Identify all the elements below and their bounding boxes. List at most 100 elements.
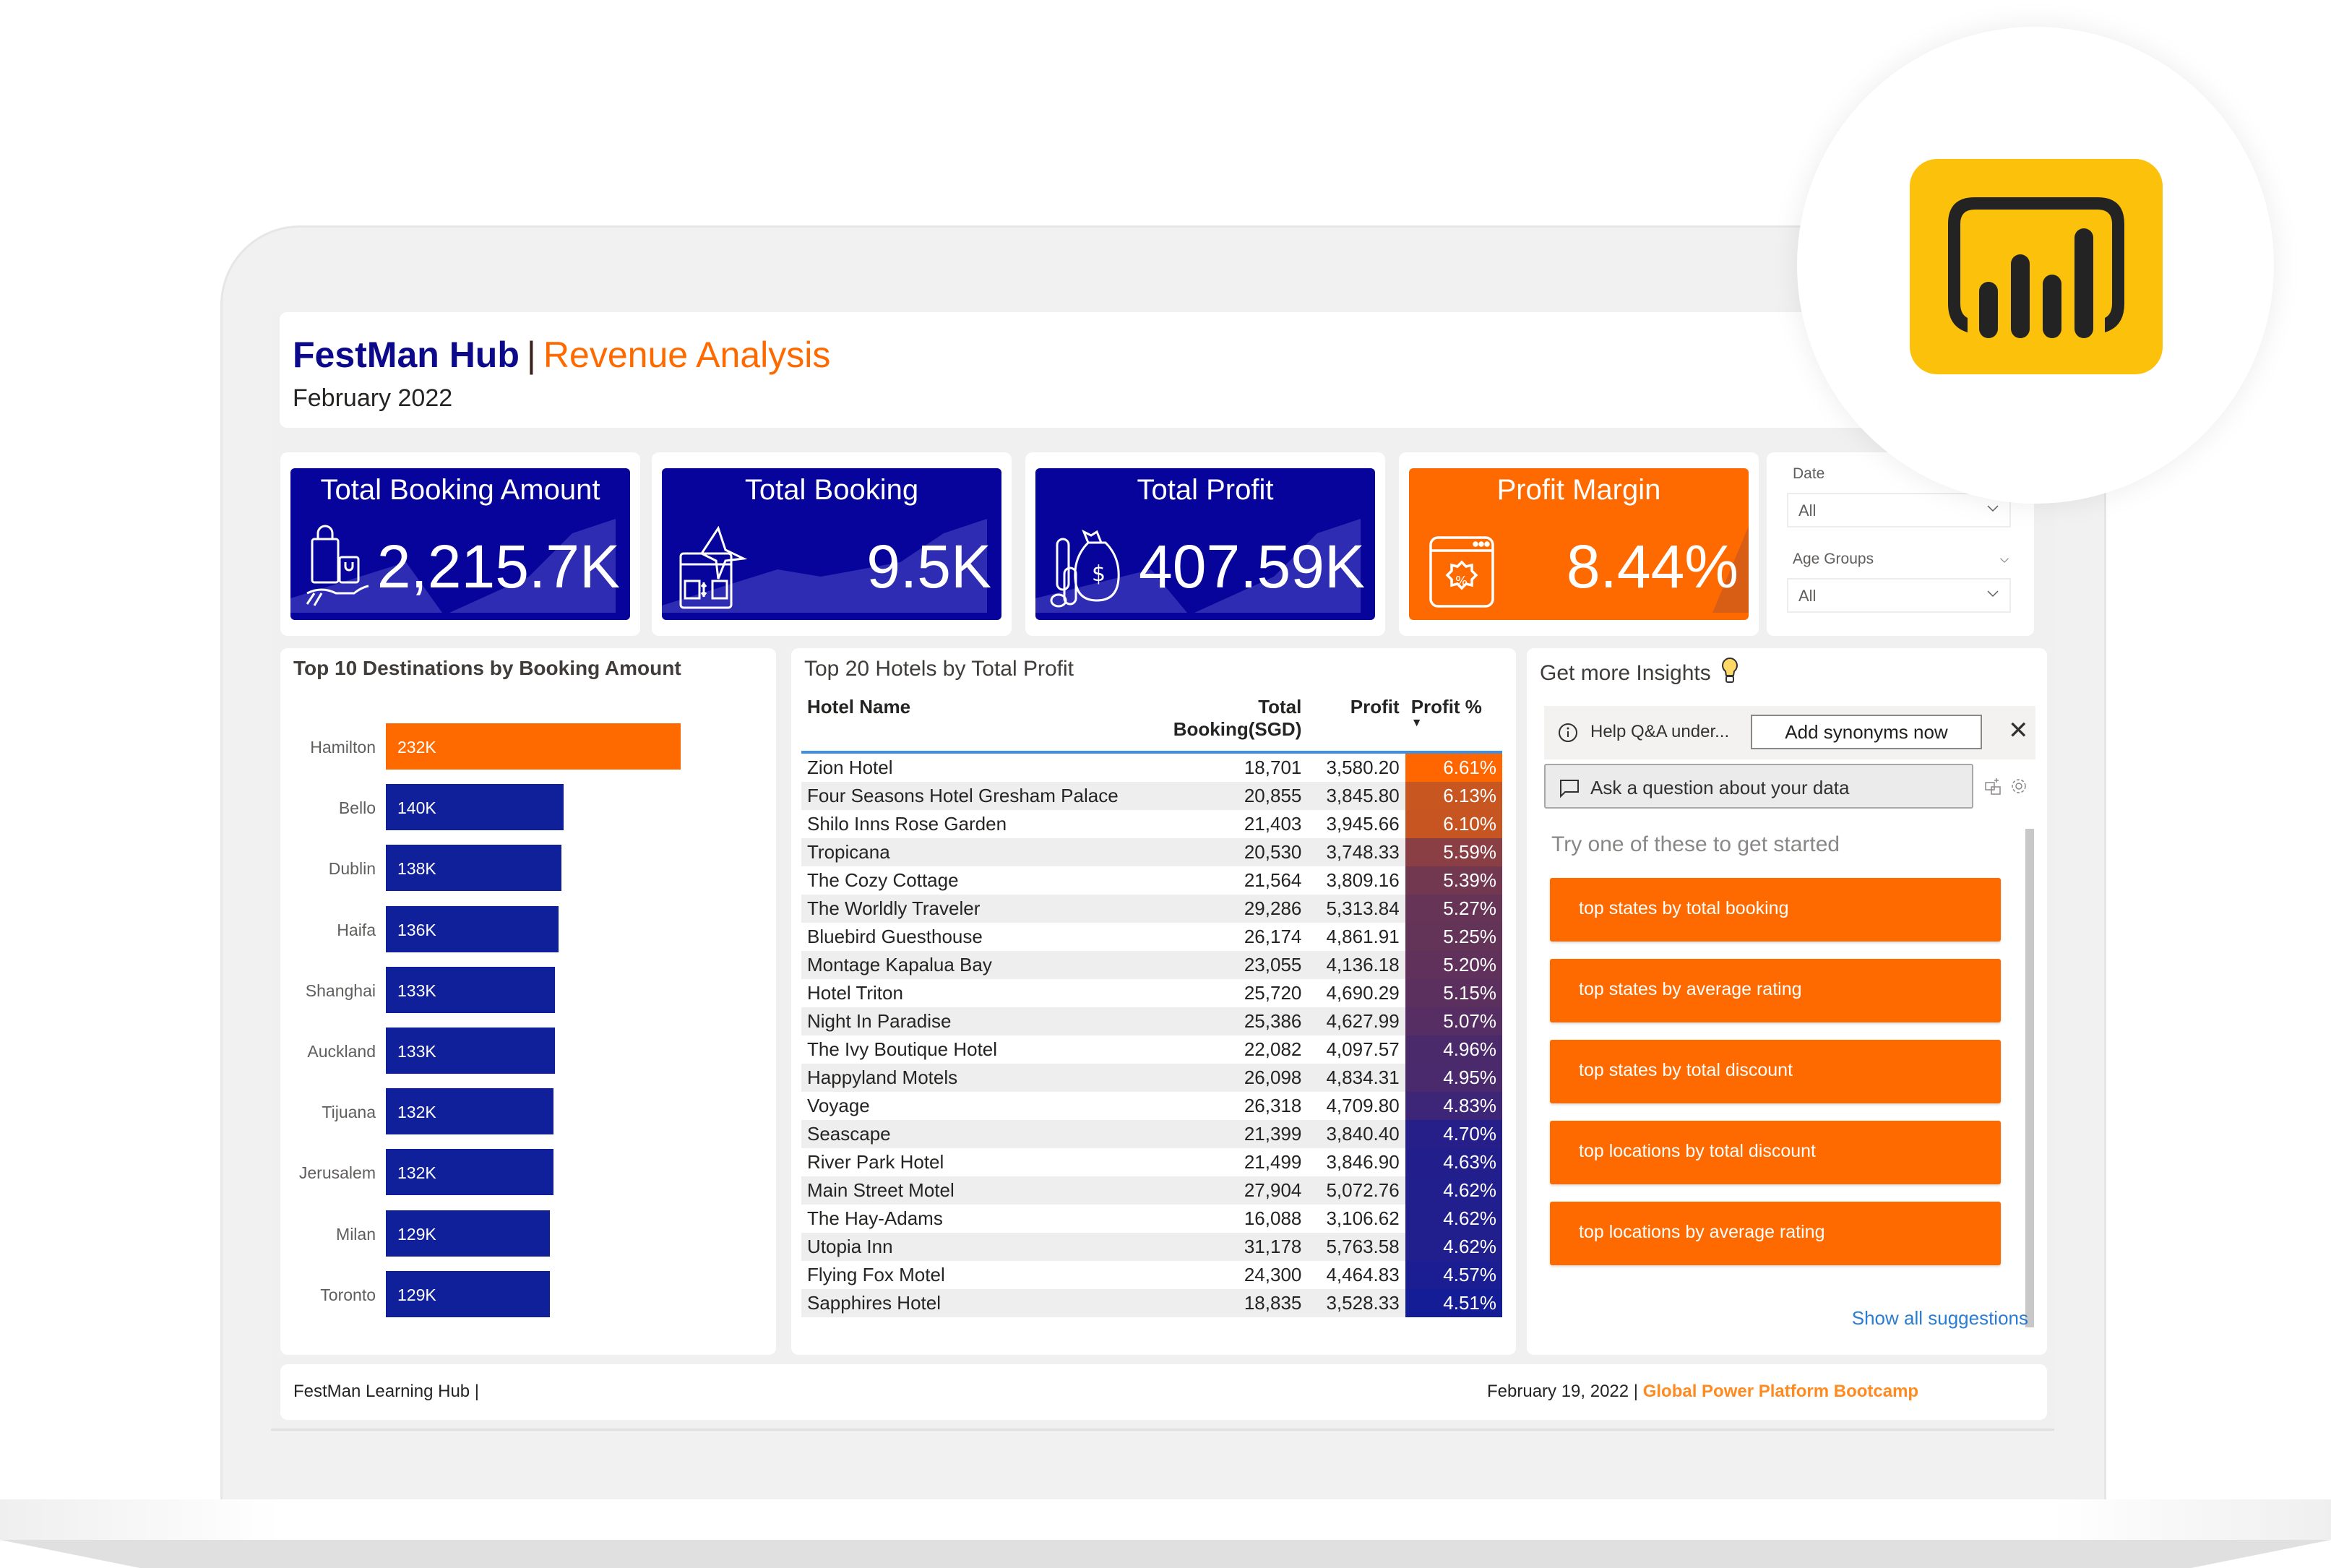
cell-hotel-name: Montage Kapalua Bay [801,951,1124,979]
cell-profit-pct: 6.10% [1405,810,1502,838]
table-row[interactable]: The Ivy Boutique Hotel 22,082 4,097.57 4.96… [801,1035,1502,1064]
power-bi-icon [1948,197,2124,338]
kpi-tile: Total Profit $ 407.59K [1035,468,1375,620]
cell-hotel-name: Happyland Motels [801,1064,1124,1092]
cell-total-booking: 21,564 [1244,869,1302,891]
cell-total-booking: 24,300 [1244,1264,1302,1285]
table-row[interactable]: Sapphires Hotel 18,835 3,528.33 4.51% [801,1289,1502,1317]
cell-profit-pct: 4.83% [1405,1092,1502,1120]
chevron-down-icon [1987,590,1999,598]
suggestion-button[interactable]: top locations by average rating [1550,1202,2001,1265]
gear-icon[interactable] [2009,777,2028,796]
column-header-profit[interactable]: Profit [1307,690,1405,754]
bar[interactable]: 136K [386,905,559,952]
bar[interactable]: 133K [386,966,555,1013]
kpi-tile: Total Booking Amount 2,215.7K [290,468,630,620]
bar[interactable]: 132K [386,1149,554,1196]
table-row[interactable]: Four Seasons Hotel Gresham Palace 20,855 3… [801,782,1502,810]
kpi-tile: Profit Margin % 8.44% [1409,468,1749,620]
table-row[interactable]: River Park Hotel 21,499 3,846.90 4.63% [801,1148,1502,1176]
destinations-chart-panel: Top 10 Destinations by Booking Amount Ha… [280,648,776,1355]
bar-value-label: 129K [397,1285,436,1304]
kpi-card-total-booking[interactable]: Total Booking 9.5K [652,452,1012,636]
suggestion-button[interactable]: top states by total discount [1550,1040,2001,1103]
qa-question-input[interactable]: Ask a question about your data [1544,764,1973,809]
bar-value-label: 132K [397,1163,436,1183]
date-slicer-value: All [1798,501,1817,520]
cell-profit-pct: 5.15% [1405,979,1502,1007]
table-row[interactable]: Seascape 21,399 3,840.40 4.70% [801,1120,1502,1148]
bar[interactable]: 129K [386,1270,550,1317]
table-row[interactable]: The Worldly Traveler 29,286 5,313.84 5.27% [801,895,1502,923]
cell-profit-pct: 5.07% [1405,1007,1502,1035]
cell-hotel-name: Shilo Inns Rose Garden [807,813,1007,835]
table-row[interactable]: The Cozy Cottage 21,564 3,809.16 5.39% [801,866,1502,895]
suggestion-button[interactable]: top locations by total discount [1550,1121,2001,1184]
table-row[interactable]: Happyland Motels 26,098 4,834.31 4.95% [801,1064,1502,1092]
bar-category-label: Milan [336,1224,376,1244]
table-row[interactable]: Night In Paradise 25,386 4,627.99 5.07% [801,1007,1502,1035]
table-row[interactable]: The Hay-Adams 16,088 3,106.62 4.62% [801,1205,1502,1233]
add-synonyms-button[interactable]: Add synonyms now [1751,715,1982,749]
suggestion-button[interactable]: top states by total booking [1550,878,2001,942]
suggestion-button[interactable]: top states by average rating [1550,959,2001,1022]
bar[interactable]: 138K [386,845,561,892]
table-row[interactable]: Flying Fox Motel 24,300 4,464.83 4.57% [801,1261,1502,1289]
date-slicer-dropdown[interactable]: All [1787,493,2011,527]
brand-name: FestMan Hub [293,335,520,375]
column-header-hotel-name[interactable]: Hotel Name [801,690,1124,754]
kpi-card-profit-margin[interactable]: Profit Margin % 8.44% [1399,452,1759,636]
kpi-tile: Total Booking 9.5K [662,468,1001,620]
footer-right: February 19, 2022 | Global Power Platfor… [1487,1382,1918,1402]
cell-hotel-name: Night In Paradise [801,1007,1124,1035]
bar-value-label: 133K [397,1042,436,1061]
table-header-row: Hotel Name Total Booking(SGD) Profit Pro… [801,690,1502,754]
close-icon[interactable]: ✕ [2008,716,2029,745]
cell-total-booking: 23,055 [1124,951,1308,979]
cell-total-booking: 27,904 [1124,1176,1308,1205]
suggestions-scrollbar[interactable] [2025,829,2034,1327]
table-row[interactable]: Bluebird Guesthouse 26,174 4,861.91 5.25% [801,923,1502,951]
page-title: Revenue Analysis [543,335,831,375]
bar[interactable]: 133K [386,1028,555,1074]
cell-profit: 4,097.57 [1326,1038,1400,1060]
cell-hotel-name: The Hay-Adams [807,1207,943,1229]
cell-profit-pct: 4.63% [1405,1148,1502,1176]
table-row[interactable]: Voyage 26,318 4,709.80 4.83% [801,1092,1502,1120]
insights-title: Get more Insights [1540,657,1738,686]
chat-bubble-icon [1560,780,1579,798]
cell-profit-pct: 4.62% [1405,1205,1502,1233]
kpi-card-total-booking-amount[interactable]: Total Booking Amount 2,215.7K [280,452,640,636]
column-header-total-booking[interactable]: Total Booking(SGD) [1124,690,1308,754]
bar[interactable]: 129K [386,1210,550,1257]
age-groups-slicer-dropdown[interactable]: All [1787,578,2011,613]
table-row[interactable]: Tropicana 20,530 3,748.33 5.59% [801,838,1502,866]
cell-profit-pct: 6.13% [1405,782,1502,810]
suggestion-label: top locations by total discount [1579,1141,1816,1161]
report-period: February 2022 [293,384,453,412]
column-header-profit-pct[interactable]: Profit % ▼ [1405,690,1502,754]
convert-visual-icon[interactable] [1983,777,2002,796]
cell-hotel-name: Bluebird Guesthouse [807,926,983,947]
bar[interactable]: 132K [386,1088,554,1135]
table-row[interactable]: Main Street Motel 27,904 5,072.76 4.62% [801,1176,1502,1205]
table-row[interactable]: Shilo Inns Rose Garden 21,403 3,945.66 6.10… [801,810,1502,838]
chevron-down-icon[interactable] [1999,555,2009,565]
bar[interactable]: 232K [386,723,681,770]
cell-total-booking: 31,178 [1124,1233,1308,1261]
cell-profit-pct: 5.27% [1405,895,1502,923]
kpi-label: Total Profit [1137,474,1274,506]
table-row[interactable]: Zion Hotel 18,701 3,580.20 6.61% [801,752,1502,782]
kpi-value: 407.59K [1139,533,1365,600]
cell-hotel-name: The Ivy Boutique Hotel [807,1038,998,1060]
table-row[interactable]: Hotel Triton 25,720 4,690.29 5.15% [801,979,1502,1007]
bar[interactable]: 140K [386,784,564,831]
kpi-card-total-profit[interactable]: Total Profit $ 407.59K [1025,452,1385,636]
bar-category-label: Toronto [320,1285,376,1304]
footer-date: February 19, 2022 | [1487,1382,1639,1401]
bar-chart: Hamilton 232K Bello 140K Dublin 138K Haifa 136K… [280,648,776,1355]
show-all-suggestions-link[interactable]: Show all suggestions [1852,1307,2028,1330]
table-row[interactable]: Utopia Inn 31,178 5,763.58 4.62% [801,1233,1502,1261]
table-row[interactable]: Montage Kapalua Bay 23,055 4,136.18 5.20% [801,951,1502,979]
cell-profit-pct: 4.96% [1405,1035,1502,1064]
